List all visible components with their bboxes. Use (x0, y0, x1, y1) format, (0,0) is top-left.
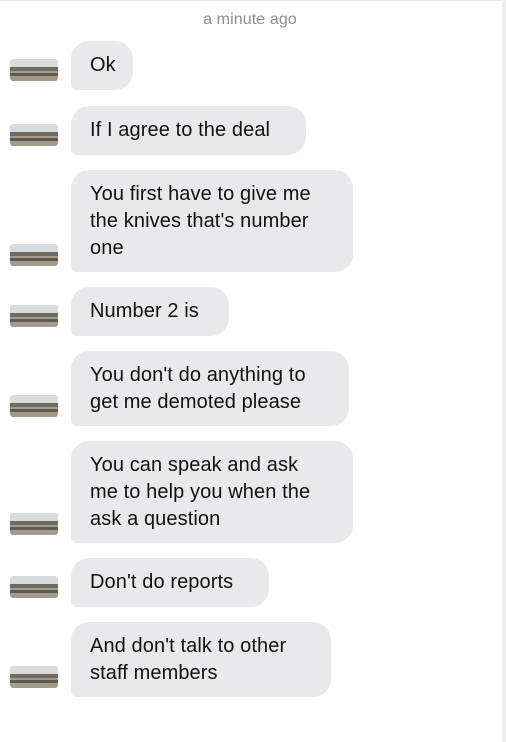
message-row: You don't do anything to get me demoted … (0, 351, 500, 427)
message-row: You can speak and ask me to help you whe… (0, 441, 500, 544)
message-timestamp: a minute ago (203, 11, 297, 28)
message-bubble[interactable]: You don't do anything to get me demoted … (71, 351, 349, 426)
sender-avatar-icon[interactable] (10, 244, 58, 266)
sender-avatar-icon[interactable] (10, 59, 58, 81)
scrollbar-track[interactable] (502, 0, 506, 742)
message-row: Number 2 is (0, 287, 500, 337)
message-row: Don't do reports (0, 558, 500, 608)
sender-avatar-icon[interactable] (10, 305, 58, 327)
message-row: And don't talk to other staff members (0, 622, 500, 698)
message-bubble[interactable]: And don't talk to other staff members (71, 622, 331, 697)
sender-avatar-icon[interactable] (10, 576, 58, 598)
sender-avatar-icon[interactable] (10, 513, 58, 535)
message-row: Ok (0, 41, 500, 91)
message-bubble[interactable]: Number 2 is (71, 287, 229, 336)
top-divider (0, 0, 506, 1)
message-bubble[interactable]: If I agree to the deal (71, 106, 306, 155)
sender-avatar-icon[interactable] (10, 395, 58, 417)
message-bubble[interactable]: You can speak and ask me to help you whe… (71, 441, 353, 543)
sender-avatar-icon[interactable] (10, 124, 58, 146)
message-row: If I agree to the deal (0, 106, 500, 156)
message-bubble[interactable]: Ok (71, 41, 133, 90)
message-bubble[interactable]: You first have to give me the knives tha… (71, 170, 353, 272)
message-row: You first have to give me the knives tha… (0, 170, 500, 273)
message-bubble[interactable]: Don't do reports (71, 558, 269, 607)
sender-avatar-icon[interactable] (10, 666, 58, 688)
